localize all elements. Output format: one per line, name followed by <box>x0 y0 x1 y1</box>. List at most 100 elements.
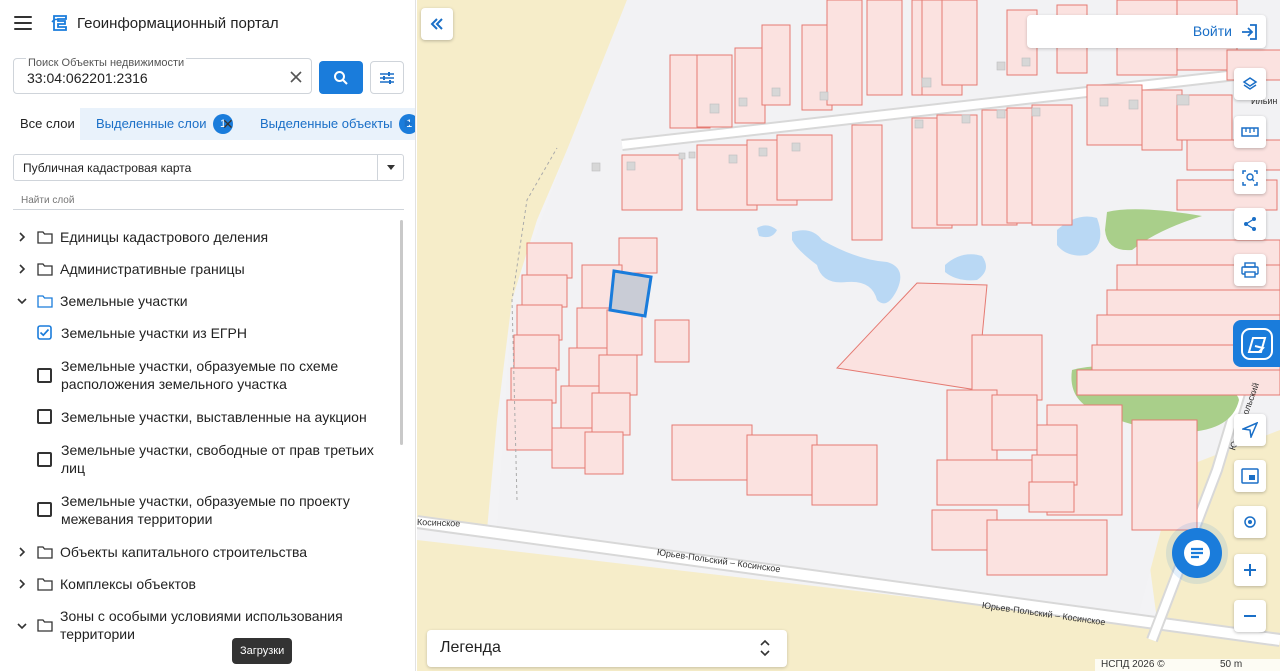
downloads-tooltip: Загрузки <box>232 638 293 664</box>
street-label: Косинское <box>417 517 461 529</box>
plus-icon <box>1244 564 1256 576</box>
attribution-text: НСПД 2026 © <box>1101 659 1165 670</box>
tree-item[interactable]: Комплексы объектов <box>0 575 400 593</box>
ruler-icon <box>1241 127 1259 137</box>
tree-item-label: Земельные участки, выставленные на аукци… <box>61 409 367 425</box>
layer-checkbox-row[interactable]: Земельные участки из ЕГРН <box>0 324 400 342</box>
tree-item[interactable]: Единицы кадастрового деления <box>0 228 400 246</box>
area-select-button[interactable] <box>1234 162 1266 194</box>
tree-item-label: Земельные участки из ЕГРН <box>61 325 247 341</box>
tree-item[interactable]: Объекты капитального строительства <box>0 543 400 561</box>
checkbox[interactable] <box>37 502 52 517</box>
tab-selected-layers[interactable]: Выделенные слои 1 <box>96 108 234 140</box>
tab-selected-objects-label: Выделенные объекты <box>260 116 393 131</box>
tab-selected-objects[interactable]: Выделенные объекты 1 <box>260 108 415 140</box>
legend-panel[interactable]: Легенда <box>427 630 787 667</box>
expand-collapse-icon[interactable] <box>759 639 771 657</box>
tree-item-label: Объекты капитального строительства <box>60 544 308 560</box>
filter-button[interactable] <box>370 61 404 94</box>
chevron-right-icon[interactable] <box>17 264 27 274</box>
layer-checkbox-row[interactable]: Земельные участки, образуемые по проекту… <box>0 492 400 530</box>
double-chevron-left-icon <box>430 18 443 30</box>
search-field[interactable]: Поиск Объекты недвижимости <box>13 57 312 94</box>
folder-icon <box>37 295 53 308</box>
layer-checkbox-row[interactable]: Земельные участки, выставленные на аукци… <box>0 408 400 426</box>
tab-selected-layers-label: Выделенные слои <box>96 116 207 131</box>
search-button[interactable] <box>319 61 363 94</box>
side-panel-tab[interactable] <box>1233 320 1280 367</box>
layer-checkbox-row[interactable]: Земельные участки, образуемые по схеме р… <box>0 357 400 395</box>
layer-search-input[interactable] <box>13 195 393 206</box>
zoom-in-button[interactable] <box>1234 554 1266 586</box>
app-title: Геоинформационный портал <box>77 15 279 32</box>
login-label: Войти <box>1192 23 1232 39</box>
zoom-out-button[interactable] <box>1234 600 1266 632</box>
collapse-sidebar-button[interactable] <box>421 8 453 40</box>
tree-item-label: Земельные участки, образуемые по проекту… <box>61 493 350 527</box>
location-icon <box>1244 516 1256 528</box>
search-label: Поиск Объекты недвижимости <box>26 57 187 69</box>
measure-button[interactable] <box>1234 116 1266 148</box>
login-button[interactable]: Войти <box>1027 15 1266 48</box>
portal-logo-icon <box>51 15 67 31</box>
search-icon <box>334 70 348 85</box>
chevron-right-icon[interactable] <box>17 579 27 589</box>
layer-search-field[interactable] <box>13 190 404 210</box>
layer-checkbox-row[interactable]: Земельные участки, свободные от прав тре… <box>0 441 400 479</box>
chevron-down-icon[interactable] <box>377 155 403 180</box>
tabs-scroll-right-icon[interactable]: ▶ <box>401 108 415 140</box>
filter-icon <box>380 71 394 84</box>
chat-button[interactable] <box>1172 528 1222 578</box>
minus-icon <box>1244 615 1256 617</box>
folder-icon <box>37 578 53 591</box>
layers-button[interactable] <box>1234 68 1266 100</box>
chevron-down-icon[interactable] <box>17 621 27 631</box>
basemap-select-value: Публичная кадастровая карта <box>23 161 192 175</box>
tree-item-label: Земельные участки, свободные от прав тре… <box>61 442 374 476</box>
share-button[interactable] <box>1234 208 1266 240</box>
minimap-icon <box>1241 468 1259 484</box>
map-canvas[interactable]: Косинское Юрьев-Польский – Косинское Юрь… <box>417 0 1280 671</box>
sidebar: Геоинформационный портал Поиск Объекты н… <box>0 0 416 671</box>
area-select-icon <box>1242 170 1258 186</box>
tree-item[interactable]: Административные границы <box>0 260 400 278</box>
menu-icon[interactable] <box>14 16 32 30</box>
login-icon <box>1242 24 1257 40</box>
chat-icon <box>1184 540 1210 566</box>
scale-label: 50 m <box>1220 659 1243 670</box>
app-root: Геоинформационный портал Поиск Объекты н… <box>0 0 1280 671</box>
tab-all-layers[interactable]: Все слои <box>0 108 80 140</box>
share-icon <box>1244 217 1256 231</box>
navigate-icon <box>1242 422 1258 438</box>
layer-tabs: Все слои Выделенные слои 1 ✕ Выделенные … <box>0 108 415 140</box>
chevron-right-icon[interactable] <box>17 232 27 242</box>
report-icon <box>1240 327 1273 360</box>
tree-item-label: Единицы кадастрового деления <box>60 229 269 245</box>
checkbox[interactable] <box>37 452 52 467</box>
map-svg <box>417 0 1280 671</box>
tree-item[interactable]: Зоны с особыми условиями использования т… <box>0 607 400 645</box>
checkbox[interactable] <box>37 409 52 424</box>
tree-item[interactable]: Земельные участки <box>0 292 400 310</box>
print-button[interactable] <box>1234 254 1266 286</box>
selected-parcel[interactable] <box>608 269 653 318</box>
folder-icon <box>37 263 53 276</box>
folder-icon <box>37 231 53 244</box>
checkbox-checked-icon[interactable] <box>37 325 52 340</box>
tree-item-label: Зоны с особыми условиями использования т… <box>60 608 343 642</box>
chevron-right-icon[interactable] <box>17 547 27 557</box>
checkbox[interactable] <box>37 368 52 383</box>
layers-icon <box>1242 77 1258 90</box>
sidebar-scrollbar[interactable] <box>400 220 403 445</box>
close-icon[interactable]: ✕ <box>222 108 234 140</box>
minimap-button[interactable] <box>1234 460 1266 492</box>
location-button[interactable] <box>1234 506 1266 538</box>
clear-icon[interactable] <box>287 68 305 86</box>
folder-icon <box>37 546 53 559</box>
search-input[interactable] <box>27 70 277 86</box>
print-icon <box>1241 262 1259 278</box>
navigate-button[interactable] <box>1234 414 1266 446</box>
basemap-select[interactable]: Публичная кадастровая карта <box>13 154 404 181</box>
folder-icon <box>37 619 53 632</box>
chevron-down-icon[interactable] <box>17 296 27 306</box>
